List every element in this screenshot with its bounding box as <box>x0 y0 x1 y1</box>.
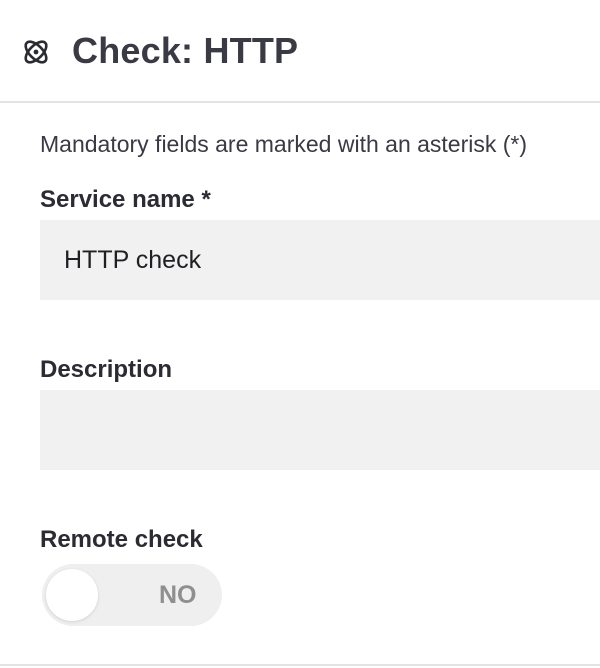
remote-check-toggle[interactable]: NO <box>42 564 222 626</box>
page-title: Check: HTTP <box>72 30 299 71</box>
service-name-input[interactable] <box>40 220 600 300</box>
description-input[interactable] <box>40 390 600 470</box>
mandatory-fields-hint: Mandatory fields are marked with an aste… <box>40 131 528 157</box>
page-header: Check: HTTP <box>0 0 600 103</box>
remote-check-label: Remote check <box>40 526 203 553</box>
toggle-state-text: NO <box>159 581 197 609</box>
atom-icon <box>20 36 52 68</box>
toggle-knob <box>46 569 98 621</box>
divider <box>0 664 600 666</box>
description-label: Description <box>40 356 173 383</box>
service-name-label: Service name * <box>40 186 211 213</box>
